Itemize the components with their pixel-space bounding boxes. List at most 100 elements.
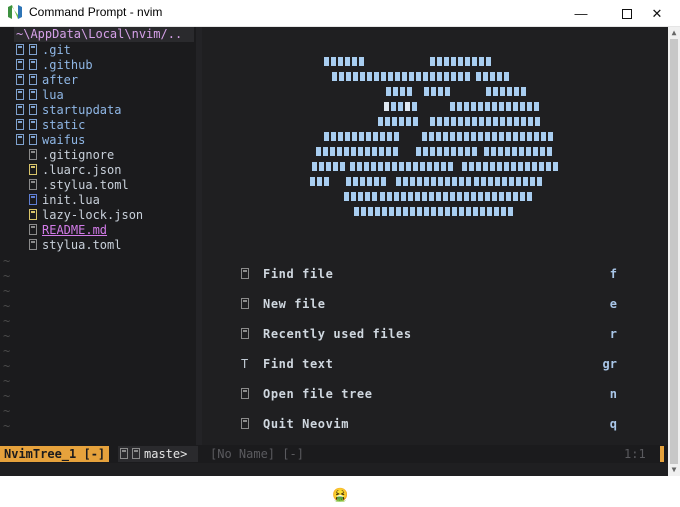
logo-block xyxy=(483,162,488,171)
logo-block xyxy=(410,207,415,216)
logo-block xyxy=(444,147,449,156)
logo-block xyxy=(389,207,394,216)
tree-item[interactable]: stylua.toml xyxy=(16,238,121,253)
logo-block xyxy=(478,192,483,201)
logo-block xyxy=(499,102,504,111)
tree-item[interactable]: startupdata xyxy=(16,103,121,118)
empty-line-tilde: ~ xyxy=(3,299,11,313)
tree-item-name: startupdata xyxy=(42,103,122,117)
logo-block xyxy=(331,57,336,66)
logo-block xyxy=(360,72,365,81)
logo-block xyxy=(361,207,366,216)
tree-item[interactable]: lua xyxy=(16,88,64,103)
nvim-tree-panel: ~\AppData\Local\nvim/.. .git .github after… xyxy=(0,27,196,445)
logo-block xyxy=(444,57,449,66)
logo-block xyxy=(492,192,497,201)
logo-block xyxy=(346,177,351,186)
scrollbar-thumb[interactable] xyxy=(670,39,678,464)
tree-item[interactable]: .stylua.toml xyxy=(16,178,129,193)
tree-item[interactable]: after xyxy=(16,73,78,88)
tree-item-name: lua xyxy=(42,88,64,102)
statusline-mode: NvimTree_1 [-] xyxy=(0,446,110,462)
tree-item-name: waifus xyxy=(42,133,86,147)
logo-block xyxy=(371,162,376,171)
dashboard-icon-text: T xyxy=(241,357,249,371)
tree-item[interactable]: lazy-lock.json xyxy=(16,208,143,223)
logo-block xyxy=(487,207,492,216)
dashboard-item[interactable]: T Find text gr xyxy=(241,356,621,372)
logo-block xyxy=(316,147,321,156)
folder-arrow-icon xyxy=(16,74,24,85)
tree-item[interactable]: .github xyxy=(16,58,93,73)
dashboard-item[interactable]: Open file tree n xyxy=(241,386,621,402)
logo-block xyxy=(357,162,362,171)
logo-block xyxy=(399,117,404,126)
logo-block xyxy=(506,132,511,141)
logo-block xyxy=(424,177,429,186)
folder-arrow-icon xyxy=(16,59,24,70)
logo-block xyxy=(500,117,505,126)
logo-block xyxy=(438,177,443,186)
logo-block xyxy=(450,192,455,201)
logo-block xyxy=(358,192,363,201)
logo-block xyxy=(494,207,499,216)
logo-block xyxy=(452,207,457,216)
tree-item-name: lazy-lock.json xyxy=(42,208,144,222)
logo-block xyxy=(437,57,442,66)
logo-block xyxy=(422,192,427,201)
dashboard-item[interactable]: New file e xyxy=(241,296,621,312)
scroll-up-arrow-icon[interactable]: ▲ xyxy=(670,29,678,37)
dashboard-item[interactable]: Recently used files r xyxy=(241,326,621,342)
logo-block xyxy=(459,177,464,186)
logo-block xyxy=(450,102,455,111)
logo-block xyxy=(379,147,384,156)
logo-block xyxy=(337,147,342,156)
logo-block xyxy=(537,177,542,186)
logo-block xyxy=(437,72,442,81)
logo-block xyxy=(373,132,378,141)
logo-block xyxy=(388,72,393,81)
minimize-button[interactable]: — xyxy=(558,0,604,27)
tree-item[interactable]: .gitignore xyxy=(16,148,114,163)
command-line[interactable] xyxy=(0,463,668,476)
logo-block xyxy=(312,162,317,171)
dashboard-item[interactable]: Find file f xyxy=(241,266,621,282)
logo-block xyxy=(513,192,518,201)
terminal-area[interactable]: ~\AppData\Local\nvim/.. .git .github after… xyxy=(0,27,668,476)
tree-item[interactable]: init.lua xyxy=(16,193,100,208)
tree-item[interactable]: README.md xyxy=(16,223,107,238)
vertical-scrollbar[interactable]: ▲ ▼ xyxy=(668,27,680,476)
scroll-down-arrow-icon[interactable]: ▼ xyxy=(670,466,678,474)
tree-root-path[interactable]: ~\AppData\Local\nvim/.. xyxy=(14,27,194,42)
dashboard-item[interactable]: Quit Neovim q xyxy=(241,416,621,432)
logo-block xyxy=(393,147,398,156)
logo-block xyxy=(486,117,491,126)
logo-block xyxy=(372,192,377,201)
logo-block xyxy=(324,177,329,186)
file-icon-glyph xyxy=(241,268,249,279)
logo-block xyxy=(448,162,453,171)
logo-block xyxy=(367,72,372,81)
file-icon xyxy=(29,194,37,205)
folder-arrow-icon xyxy=(16,134,24,145)
logo-block xyxy=(445,177,450,186)
logo-block xyxy=(492,102,497,111)
folder-arrow-icon xyxy=(16,89,24,100)
tree-item[interactable]: static xyxy=(16,118,85,133)
logo-block xyxy=(519,147,524,156)
tree-item-name: .gitignore xyxy=(42,148,115,162)
tree-item[interactable]: .luarc.json xyxy=(16,163,121,178)
logo-block xyxy=(406,162,411,171)
logo-block xyxy=(521,117,526,126)
close-button[interactable]: ✕ xyxy=(634,0,680,27)
tree-item[interactable]: waifus xyxy=(16,133,85,148)
logo-block xyxy=(506,192,511,201)
tree-icon-glyph xyxy=(241,388,249,399)
logo-block xyxy=(451,57,456,66)
logo-block xyxy=(392,162,397,171)
tree-item[interactable]: .git xyxy=(16,43,71,58)
logo-block xyxy=(458,72,463,81)
logo-block xyxy=(378,162,383,171)
folder-icon xyxy=(29,74,37,85)
logo-block xyxy=(539,162,544,171)
